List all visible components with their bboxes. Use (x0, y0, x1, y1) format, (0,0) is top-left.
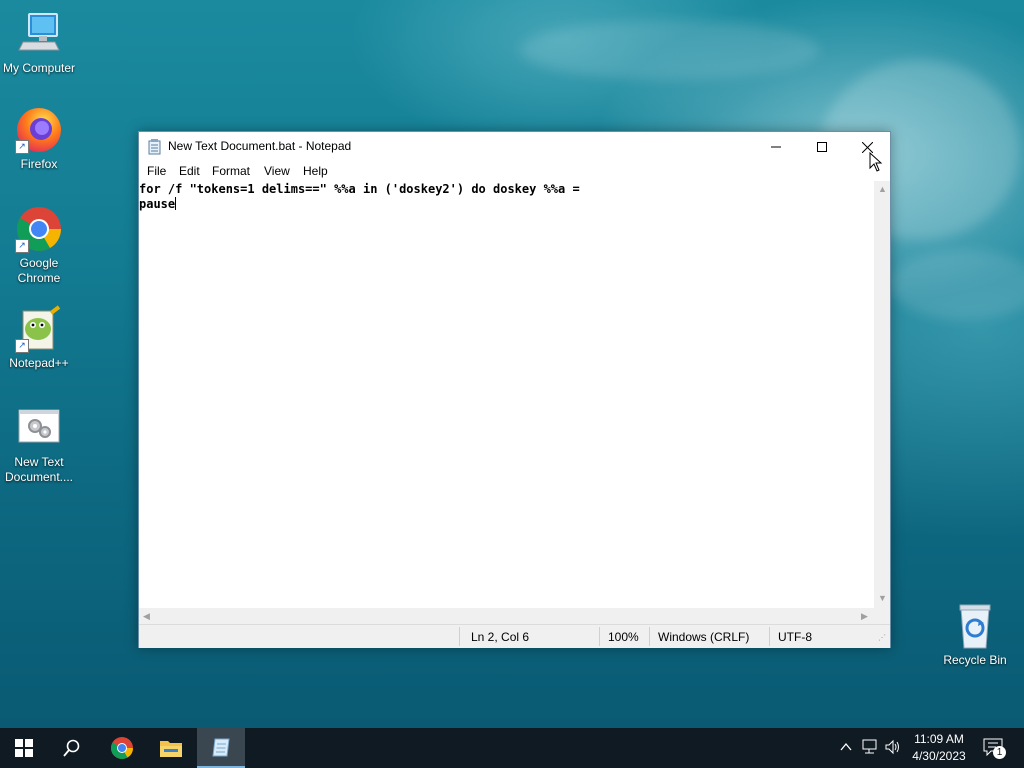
notification-count-badge: 1 (993, 746, 1006, 759)
status-bar: Ln 2, Col 6 100% Windows (CRLF) UTF-8 ⋰ (139, 624, 890, 648)
status-divider (769, 627, 770, 646)
recycle-bin-icon (951, 602, 999, 650)
shortcut-arrow-icon: ↗ (15, 239, 29, 253)
status-divider (599, 627, 600, 646)
desktop-icon-label: Firefox (20, 157, 58, 171)
maximize-button[interactable] (799, 132, 845, 162)
menu-format[interactable]: Format (211, 164, 251, 178)
editor-line: pause (139, 197, 874, 212)
shortcut-arrow-icon: ↗ (15, 339, 29, 353)
scrollbar-corner (874, 608, 890, 624)
text-editor[interactable]: for /f "tokens=1 delims==" %%a in ('dosk… (139, 181, 874, 608)
desktop-icon-label: Notepad++ (9, 356, 69, 370)
menu-file[interactable]: File (146, 164, 167, 178)
status-divider (649, 627, 650, 646)
notepad-icon (148, 139, 162, 155)
wallpaper-wave (890, 250, 1024, 320)
scroll-up-icon[interactable]: ▲ (878, 184, 887, 194)
start-button[interactable] (0, 728, 48, 768)
firefox-icon: ↗ (15, 106, 63, 154)
scroll-down-icon[interactable]: ▼ (878, 593, 887, 603)
desktop-icon-recycle-bin[interactable]: Recycle Bin (937, 602, 1013, 668)
desktop-icon-chrome[interactable]: ↗ Google Chrome (1, 205, 77, 286)
status-cursor-position: Ln 2, Col 6 (471, 630, 530, 644)
status-encoding: UTF-8 (778, 630, 812, 644)
clock-date[interactable]: 4/30/2023 (906, 749, 972, 763)
desktop-icon-firefox[interactable]: ↗ Firefox (1, 106, 77, 172)
desktop-icon-notepadpp[interactable]: ↗ Notepad++ (1, 305, 77, 371)
desktop-icon-my-computer[interactable]: My Computer (1, 10, 77, 76)
close-icon (861, 141, 873, 153)
editor-line: for /f "tokens=1 delims==" %%a in ('dosk… (139, 182, 580, 196)
close-button[interactable] (844, 132, 890, 162)
vertical-scrollbar[interactable]: ▲ ▼ (874, 181, 890, 608)
desktop-icon-label: Recycle Bin (943, 653, 1007, 667)
status-zoom: 100% (608, 630, 639, 644)
search-icon (63, 739, 80, 757)
notepad-window: New Text Document.bat - Notepad File Edi… (138, 131, 891, 648)
notepad-icon (212, 738, 230, 757)
desktop-icon-label: My Computer (2, 61, 76, 75)
batch-file-icon (15, 404, 63, 452)
wallpaper-wave (520, 20, 820, 80)
clock-time[interactable]: 11:09 AM (906, 732, 972, 746)
scroll-left-icon[interactable]: ◀ (143, 611, 150, 622)
volume-icon[interactable] (885, 739, 901, 760)
taskbar-chrome[interactable] (98, 728, 146, 768)
mouse-cursor-icon (869, 152, 883, 172)
search-button[interactable] (48, 728, 96, 768)
maximize-icon (817, 142, 827, 152)
desktop-icon-new-text-document[interactable]: New Text Document.... (1, 404, 77, 485)
file-explorer-icon (160, 741, 182, 757)
desktop: My Computer ↗ Firefox ↗ Google Chrome ↗ … (0, 0, 1024, 728)
network-icon[interactable] (862, 739, 880, 760)
scroll-right-icon[interactable]: ▶ (861, 611, 868, 622)
chevron-up-icon[interactable] (840, 740, 852, 758)
taskbar: 11:09 AM 4/30/2023 1 (0, 728, 1024, 768)
menu-bar: File Edit Format View Help (139, 162, 890, 181)
start-icon (15, 739, 33, 757)
title-bar[interactable]: New Text Document.bat - Notepad (139, 132, 890, 162)
horizontal-scrollbar[interactable]: ◀ ▶ (139, 608, 874, 624)
computer-icon (15, 10, 63, 58)
notepadpp-icon: ↗ (15, 305, 63, 353)
menu-edit[interactable]: Edit (178, 164, 201, 178)
status-divider (459, 627, 460, 646)
status-line-ending: Windows (CRLF) (658, 630, 750, 644)
taskbar-file-explorer[interactable] (147, 728, 195, 768)
minimize-icon (771, 146, 781, 148)
chrome-icon (111, 737, 133, 759)
desktop-icon-label: New Text Document.... (4, 455, 74, 484)
editor-line-text: pause (139, 197, 176, 211)
desktop-icon-label: Google Chrome (17, 256, 61, 285)
resize-grip-icon[interactable]: ⋰ (878, 633, 886, 642)
shortcut-arrow-icon: ↗ (15, 140, 29, 154)
window-title: New Text Document.bat - Notepad (168, 139, 352, 153)
text-caret (175, 197, 177, 210)
taskbar-notepad[interactable] (197, 728, 245, 768)
action-center-button[interactable]: 1 (980, 736, 1010, 760)
menu-help[interactable]: Help (302, 164, 329, 178)
chrome-icon: ↗ (15, 205, 63, 253)
minimize-button[interactable] (753, 132, 799, 162)
menu-view[interactable]: View (263, 164, 291, 178)
